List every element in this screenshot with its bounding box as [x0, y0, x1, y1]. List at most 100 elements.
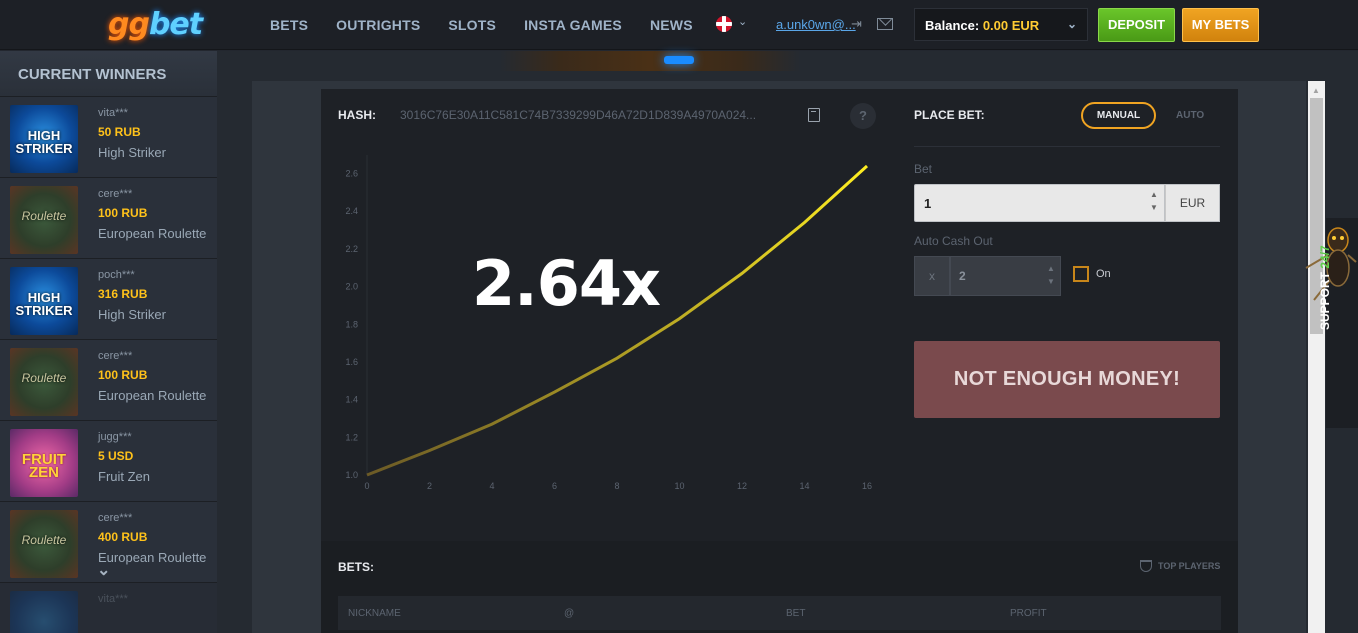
- top-navbar: ggbet BETS OUTRIGHTS SLOTS INSTA GAMES N…: [0, 0, 1358, 50]
- copy-icon[interactable]: [808, 108, 820, 122]
- current-winners-sidebar: CURRENT WINNERS HIGH STRIKER vita*** 50 …: [0, 51, 217, 633]
- bets-label: BETS:: [338, 560, 374, 574]
- winner-game[interactable]: High Striker: [98, 307, 166, 322]
- thumb-label: Roulette: [21, 371, 67, 385]
- balance-value: 0.00 EUR: [982, 18, 1040, 33]
- deposit-button[interactable]: DEPOSIT: [1098, 8, 1175, 42]
- nav-slots[interactable]: SLOTS: [448, 17, 496, 33]
- manual-mode-tab[interactable]: MANUAL: [1081, 102, 1156, 129]
- high-striker-thumbnail[interactable]: [10, 591, 78, 633]
- nav-news[interactable]: NEWS: [650, 17, 693, 33]
- x-tick-label: 10: [674, 481, 684, 491]
- winner-item[interactable]: Roulette cere*** 100 RUB European Roulet…: [0, 340, 217, 421]
- auto-cashout-checkbox[interactable]: [1073, 266, 1089, 282]
- not-enough-money-button[interactable]: NOT ENOUGH MONEY!: [914, 341, 1220, 418]
- winner-item[interactable]: FRUIT ZEN jugg*** 5 USD Fruit Zen: [0, 421, 217, 502]
- chevron-down-icon: ⌄: [1066, 17, 1077, 31]
- y-tick-label: 2.4: [345, 206, 358, 216]
- european-roulette-thumbnail[interactable]: Roulette: [10, 186, 78, 254]
- nav-outrights[interactable]: OUTRIGHTS: [336, 17, 420, 33]
- top-players-link[interactable]: TOP PLAYERS: [1158, 561, 1220, 571]
- winner-name: cere***: [98, 188, 133, 200]
- logout-icon[interactable]: ⇥: [851, 16, 862, 32]
- auto-cashout-input[interactable]: 2: [950, 256, 1061, 296]
- mail-icon[interactable]: [877, 18, 893, 30]
- x-tick-label: 6: [552, 481, 557, 491]
- y-tick-label: 1.6: [345, 357, 358, 367]
- hash-label: HASH:: [338, 108, 376, 122]
- winner-item[interactable]: HIGH STRIKER vita*** 50 RUB High Striker: [0, 97, 217, 178]
- column-nickname: NICKNAME: [348, 608, 401, 619]
- auto-cashout-on-label: On: [1096, 268, 1111, 280]
- winner-game[interactable]: European Roulette: [98, 226, 206, 241]
- banner-glow: [664, 56, 694, 64]
- winner-amount: 316 RUB: [98, 287, 148, 301]
- chevron-down-icon[interactable]: ⌄: [738, 15, 747, 28]
- uk-flag-icon[interactable]: [716, 16, 732, 32]
- hash-value: 3016C76E30A11C581C74B7339299D46A72D1D839…: [400, 108, 757, 122]
- my-bets-button[interactable]: MY BETS: [1182, 8, 1259, 42]
- nav-bets[interactable]: BETS: [270, 17, 308, 33]
- european-roulette-thumbnail[interactable]: Roulette: [10, 510, 78, 578]
- auto-cashout-label: Auto Cash Out: [914, 234, 993, 248]
- y-tick-label: 2.0: [345, 282, 358, 292]
- column-bet: BET: [786, 608, 806, 619]
- balance-label: Balance:: [925, 18, 980, 33]
- winner-item[interactable]: vita***: [0, 583, 217, 633]
- ggbet-logo[interactable]: ggbet: [108, 7, 218, 43]
- logo-bet: bet: [148, 7, 203, 42]
- winner-item[interactable]: HIGH STRIKER poch*** 316 RUB High Strike…: [0, 259, 217, 340]
- x-tick-label: 2: [427, 481, 432, 491]
- fruit-zen-thumbnail[interactable]: FRUIT ZEN: [10, 429, 78, 497]
- x-tick-label: 4: [489, 481, 494, 491]
- y-tick-label: 2.6: [345, 169, 358, 179]
- trophy-icon[interactable]: [1140, 560, 1152, 572]
- support-hours: 24/7: [1318, 245, 1332, 269]
- bet-amount-input[interactable]: 1: [914, 184, 1165, 222]
- auto-cashout-prefix: x: [914, 256, 950, 296]
- thumb-label: FRUIT ZEN: [21, 451, 67, 481]
- support-label[interactable]: SUPPORT 24/7: [1318, 245, 1332, 330]
- winner-game[interactable]: European Roulette: [98, 550, 206, 565]
- help-icon[interactable]: ?: [850, 103, 876, 129]
- column-at: @: [564, 608, 575, 619]
- auto-cashout-stepper-icon[interactable]: ▲ ▼: [1047, 262, 1055, 288]
- nav-insta-games[interactable]: INSTA GAMES: [524, 17, 622, 33]
- balance-dropdown[interactable]: Balance: 0.00 EUR ⌄: [914, 8, 1088, 41]
- winner-game[interactable]: Fruit Zen: [98, 469, 150, 484]
- thumb-label: Roulette: [21, 533, 67, 547]
- high-striker-thumbnail[interactable]: HIGH STRIKER: [10, 267, 78, 335]
- y-tick-label: 1.4: [345, 395, 358, 405]
- support-text: SUPPORT: [1318, 271, 1332, 330]
- winner-amount: 50 RUB: [98, 125, 141, 139]
- bet-stepper-icon[interactable]: ▲ ▼: [1150, 188, 1158, 214]
- winner-name: poch***: [98, 269, 135, 281]
- winner-name: jugg***: [98, 431, 132, 443]
- y-tick-label: 1.0: [345, 470, 358, 480]
- winner-game[interactable]: High Striker: [98, 145, 166, 160]
- multiplier-curve: [366, 164, 869, 477]
- winner-name: vita***: [98, 593, 128, 605]
- x-tick-label: 16: [862, 481, 872, 491]
- x-tick-label: 12: [737, 481, 747, 491]
- bet-label: Bet: [914, 162, 933, 176]
- username-link[interactable]: a.unk0wn@...: [776, 17, 856, 32]
- main-nav: BETS OUTRIGHTS SLOTS INSTA GAMES NEWS: [270, 17, 721, 33]
- auto-mode-tab[interactable]: AUTO: [1176, 110, 1204, 121]
- high-striker-thumbnail[interactable]: HIGH STRIKER: [10, 105, 78, 173]
- winner-game[interactable]: European Roulette: [98, 388, 206, 403]
- winner-name: vita***: [98, 107, 128, 119]
- thumb-label: HIGH STRIKER: [15, 128, 73, 156]
- european-roulette-thumbnail[interactable]: Roulette: [10, 348, 78, 416]
- bet-currency: EUR: [1165, 184, 1220, 222]
- y-tick-label: 1.2: [345, 432, 358, 442]
- sidebar-title: CURRENT WINNERS: [0, 51, 217, 97]
- winner-item[interactable]: Roulette cere*** 100 RUB European Roulet…: [0, 178, 217, 259]
- scroll-up-arrow-icon[interactable]: ▲: [1312, 86, 1320, 95]
- y-tick-label: 2.2: [345, 244, 358, 254]
- winner-name: cere***: [98, 512, 133, 524]
- thumb-label: HIGH STRIKER: [15, 290, 73, 318]
- logo-gg: gg: [108, 7, 150, 42]
- banner-decoration: [500, 51, 800, 71]
- scroll-down-chevron-icon[interactable]: ⌄: [97, 560, 110, 580]
